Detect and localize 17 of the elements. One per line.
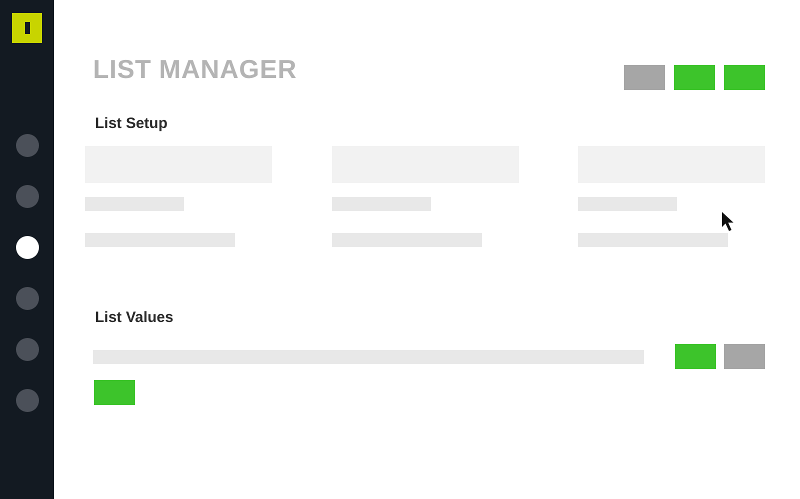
action-button[interactable] — [675, 344, 716, 369]
toolbar-button[interactable] — [724, 65, 765, 90]
section-title: List Setup — [94, 115, 169, 132]
cursor-icon — [721, 211, 736, 232]
action-button[interactable] — [724, 344, 765, 369]
nav-dot[interactable] — [16, 338, 38, 361]
nav-dot[interactable] — [16, 287, 38, 310]
nav-dot[interactable] — [16, 134, 38, 157]
nav-dot[interactable] — [16, 389, 38, 412]
nav-dot[interactable] — [16, 236, 38, 259]
toolbar-button[interactable] — [674, 65, 715, 90]
nav-dot[interactable] — [16, 185, 38, 208]
logo-icon — [12, 13, 42, 43]
add-button[interactable] — [94, 380, 135, 405]
toolbar-button[interactable] — [624, 65, 665, 90]
section-title: List Values — [94, 309, 174, 326]
page-title: LIST MANAGER — [93, 54, 297, 85]
